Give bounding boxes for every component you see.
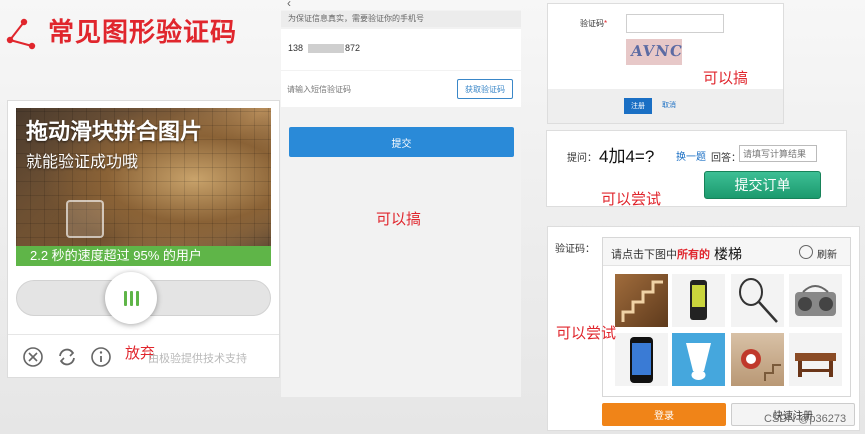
image-grid-header: 请点击下图中所有的 楼梯 刷新 [603, 238, 850, 266]
divider [8, 334, 279, 335]
login-button[interactable]: 登录 [602, 403, 726, 426]
phone-mask [308, 44, 344, 53]
text-captcha-annotation: 可以搞 [703, 70, 749, 87]
image-captcha-annotation: 可以尝试 [556, 325, 617, 342]
captcha-label-text: 验证码 [580, 19, 604, 28]
captcha-label: 验证码* [580, 18, 607, 29]
answer-label: 回答： [711, 153, 741, 164]
provider-credit-link[interactable]: 由极验提供技术支持 [148, 350, 247, 366]
refresh-icon[interactable] [799, 245, 813, 259]
network-logo-icon [6, 18, 36, 50]
bench-tile[interactable] [789, 333, 842, 386]
image-captcha-panel: 验证码： 请点击下图中所有的 楼梯 刷新 可以尝试 登录 快速注册 [547, 226, 860, 431]
stairs-icon [621, 280, 663, 322]
get-code-button[interactable]: 获取验证码 [457, 79, 513, 99]
question-label: 提问： [567, 153, 597, 164]
puzzle-subhead: 就能验证成功哦 [26, 154, 139, 171]
page-title: 常见图形验证码 [48, 17, 238, 47]
stairwell-icon [741, 349, 781, 381]
slider-captcha-panel: 拖动滑块拼合图片 就能验证成功哦 2.2 秒的速度超过 95% 的用户 放弃 由… [7, 100, 280, 378]
image-grid-box: 请点击下图中所有的 楼梯 刷新 [602, 237, 851, 397]
required-mark: * [604, 19, 608, 28]
close-icon[interactable] [22, 346, 44, 368]
phone-prefix: 138 [288, 43, 304, 53]
sms-annotation: 可以搞 [376, 211, 422, 228]
info-icon[interactable] [90, 346, 112, 368]
captcha-image[interactable]: AVNC [626, 39, 682, 65]
racket-icon [739, 278, 778, 323]
speed-stats-bar: 2.2 秒的速度超过 95% 的用户 [16, 246, 271, 266]
click-prompt: 请点击下图中所有的 [611, 246, 710, 262]
smartphone-tile[interactable] [615, 333, 668, 386]
register-button[interactable]: 注册 [624, 98, 652, 114]
captcha-image-text: AVNC [629, 42, 682, 60]
stairwell-tile[interactable] [731, 333, 784, 386]
drag-grip-icon [123, 290, 139, 306]
refresh-label[interactable]: 刷新 [817, 246, 837, 261]
racket-tile[interactable] [731, 274, 784, 327]
phone-suffix: 872 [345, 43, 361, 53]
captcha-label: 验证码： [555, 244, 595, 255]
bench-icon [795, 353, 836, 377]
form-footer: 注册 取消 [548, 89, 783, 123]
puzzle-image: 拖动滑块拼合图片 就能验证成功哦 2.2 秒的速度超过 95% 的用户 [16, 108, 271, 266]
verification-notice: 为保证信息真实，需要验证你的手机号 [281, 11, 521, 27]
submit-order-button[interactable]: 提交订单 [704, 171, 821, 199]
sms-verification-panel: ‹ 为保证信息真实，需要验证你的手机号 138 872 获取验证码 提交 [281, 0, 521, 397]
radio-tile[interactable] [789, 274, 842, 327]
math-captcha-annotation: 可以尝试 [601, 191, 662, 208]
answer-input[interactable] [739, 145, 817, 162]
shuttlecock-icon [686, 343, 711, 380]
phone-icon [690, 280, 707, 320]
text-captcha-panel: 验证码* AVNC 可以搞 注册 取消 [547, 3, 784, 124]
math-question: 4加4=? [599, 147, 655, 166]
smartphone-icon [630, 337, 653, 383]
radio-icon [795, 285, 836, 316]
phone-number-row: 138 872 [281, 29, 521, 70]
puzzle-gap [66, 200, 104, 238]
captcha-input[interactable] [626, 14, 724, 33]
back-arrow-icon[interactable]: ‹ [287, 0, 291, 10]
shuttlecock-tile[interactable] [672, 333, 725, 386]
slider-handle[interactable] [105, 272, 157, 324]
cancel-link[interactable]: 取消 [662, 100, 676, 110]
prompt-prefix: 请点击下图中 [611, 249, 677, 261]
change-question-link[interactable]: 换一题 [676, 148, 706, 163]
prompt-emphasis: 所有的 [677, 249, 710, 261]
top-bar [281, 0, 521, 10]
math-captcha-panel: 提问： 4加4=? 换一题 回答： 可以尝试 提交订单 [546, 130, 847, 208]
refresh-icon[interactable] [56, 346, 78, 368]
stairs-tile[interactable] [615, 274, 668, 327]
watermark: CSDN @p36273 [764, 413, 847, 425]
sms-code-row: 获取验证码 [281, 71, 521, 107]
target-keyword: 楼梯 [714, 246, 742, 262]
sms-code-input[interactable] [287, 82, 437, 96]
phone-tile[interactable] [672, 274, 725, 327]
submit-button[interactable]: 提交 [289, 127, 514, 157]
puzzle-headline: 拖动滑块拼合图片 [26, 119, 203, 144]
